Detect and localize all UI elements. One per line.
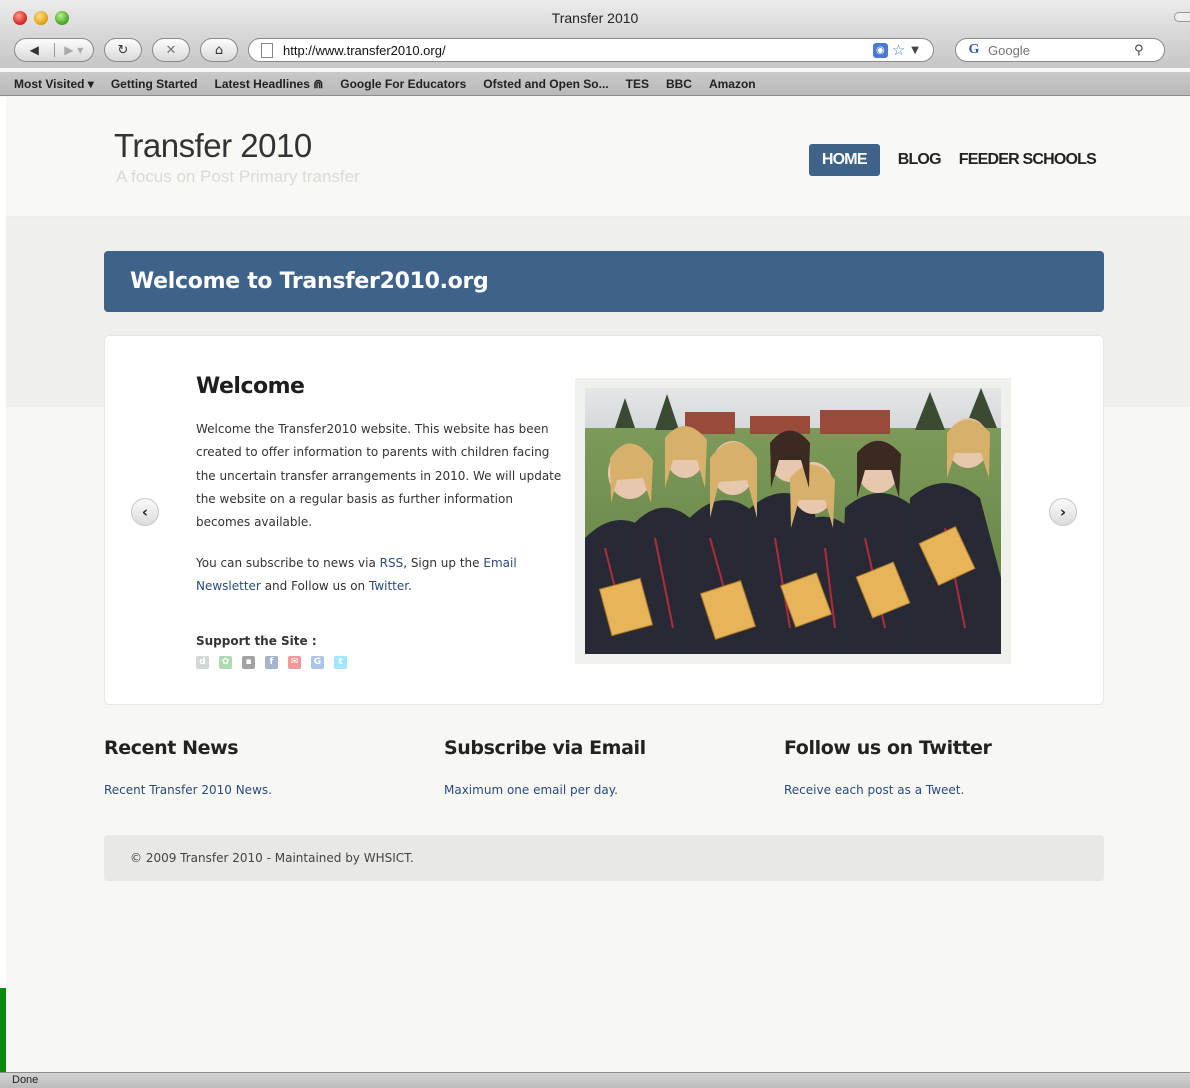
twitter-icon[interactable]: t: [334, 656, 347, 669]
email-share-icon[interactable]: ✉: [288, 656, 301, 669]
chevron-left-icon: ‹: [141, 503, 149, 521]
welcome-banner: Welcome to Transfer2010.org: [104, 251, 1104, 312]
forward-arrow-icon[interactable]: ▶ ▾: [53, 43, 94, 57]
follow-text: and Follow us on: [260, 579, 369, 594]
digg-icon[interactable]: d: [196, 656, 209, 669]
subscribe-text: You can subscribe to news via RSS, Sign …: [196, 552, 562, 599]
bookmark-latest-headlines[interactable]: Latest Headlines ⋒: [215, 77, 324, 91]
students-photo: [585, 388, 1001, 654]
signup-text: , Sign up the: [403, 556, 484, 570]
subscribe-email-heading: Subscribe via Email: [444, 737, 646, 759]
home-icon: ⌂: [214, 42, 224, 58]
search-engine-icon[interactable]: G: [960, 40, 988, 60]
search-icon[interactable]: ⚲: [1134, 43, 1144, 58]
back-arrow-icon[interactable]: ◀: [15, 43, 54, 57]
window-title: Transfer 2010: [551, 10, 639, 26]
stumbleupon-icon[interactable]: ✿: [219, 656, 232, 669]
bookmark-tes[interactable]: TES: [626, 77, 649, 91]
delicious-icon[interactable]: ▪: [242, 656, 255, 669]
slide-heading: Welcome: [196, 374, 305, 399]
bookmarks-bar: Most Visited ▾ Getting Started Latest He…: [0, 72, 1190, 96]
bookmark-bbc[interactable]: BBC: [666, 77, 692, 91]
end-period: .: [408, 579, 412, 594]
web-page: Transfer 2010 A focus on Post Primary tr…: [6, 97, 1190, 1072]
bookmark-getting-started[interactable]: Getting Started: [111, 77, 198, 91]
bookmark-amazon[interactable]: Amazon: [709, 77, 756, 91]
reload-icon: ↻: [117, 42, 129, 58]
twitter-link[interactable]: Twitter: [369, 579, 408, 593]
site-footer: © 2009 Transfer 2010 - Maintained by WHS…: [104, 835, 1104, 881]
follow-twitter-link[interactable]: Receive each post as a Tweet.: [784, 783, 1084, 797]
search-bar: G ⚲: [955, 38, 1165, 62]
follow-twitter-heading: Follow us on Twitter: [784, 737, 992, 759]
search-input[interactable]: [988, 42, 1128, 58]
bookmark-most-visited[interactable]: Most Visited ▾: [14, 77, 94, 91]
bookmark-star-icon[interactable]: ☆: [892, 41, 905, 59]
status-bar: Done: [0, 1072, 1190, 1088]
nav-home[interactable]: HOME: [808, 144, 880, 176]
featured-slide: ‹ › Welcome Welcome the Transfer2010 web…: [104, 335, 1104, 705]
url-history-dropdown-icon[interactable]: ▼: [911, 45, 919, 56]
next-slide-button[interactable]: ›: [1049, 498, 1077, 526]
page-icon: [261, 42, 273, 58]
previous-slide-button[interactable]: ‹: [131, 498, 159, 526]
window-titlebar: Transfer 2010: [0, 0, 1190, 38]
slide-photo-frame: [575, 378, 1011, 664]
recent-news-section: Recent News Recent Transfer 2010 News.: [104, 737, 404, 797]
follow-twitter-section: Follow us on Twitter Receive each post a…: [784, 737, 1084, 797]
subscribe-email-section: Subscribe via Email Maximum one email pe…: [444, 737, 744, 797]
site-title[interactable]: Transfer 2010: [114, 127, 312, 165]
reload-button[interactable]: ↻: [104, 38, 142, 62]
google-icon[interactable]: G: [311, 656, 324, 669]
recent-news-heading: Recent News: [104, 737, 239, 759]
subscribe-prefix: You can subscribe to news via: [196, 556, 380, 570]
facebook-icon[interactable]: f: [265, 656, 278, 669]
bookmark-google-for-educators[interactable]: Google For Educators: [340, 77, 466, 91]
window-edge-marker: [0, 988, 6, 1072]
main-navigation: HOME BLOG FEEDER SCHOOLS: [808, 144, 1097, 176]
nav-blog[interactable]: BLOG: [898, 151, 942, 169]
back-forward-control: ◀ ▶ ▾: [14, 38, 94, 62]
nav-feeder-schools[interactable]: FEEDER SCHOOLS: [959, 151, 1097, 169]
stop-icon: ✕: [165, 42, 177, 58]
navigation-toolbar: ◀ ▶ ▾ ↻ ✕ ⌂ http://www.transfer2010.org/…: [0, 38, 1190, 68]
url-text[interactable]: http://www.transfer2010.org/: [283, 43, 873, 58]
support-label: Support the Site :: [196, 634, 317, 648]
social-share-icons: d ✿ ▪ f ✉ G t: [196, 656, 357, 669]
slide-body-text: Welcome the Transfer2010 website. This w…: [196, 422, 562, 530]
chevron-right-icon: ›: [1059, 503, 1067, 521]
bookmark-ofsted[interactable]: Ofsted and Open So...: [483, 77, 608, 91]
rss-link[interactable]: RSS: [380, 556, 404, 570]
rss-feed-icon[interactable]: ◉: [872, 42, 888, 58]
toolbar-toggle-button[interactable]: [1174, 12, 1190, 22]
home-button[interactable]: ⌂: [200, 38, 238, 62]
stop-button[interactable]: ✕: [152, 38, 190, 62]
address-bar[interactable]: http://www.transfer2010.org/ ◉ ☆ ▼: [248, 38, 934, 62]
site-tagline: A focus on Post Primary transfer: [116, 167, 360, 186]
subscribe-email-link[interactable]: Maximum one email per day.: [444, 783, 744, 797]
recent-news-link[interactable]: Recent Transfer 2010 News.: [104, 783, 404, 797]
